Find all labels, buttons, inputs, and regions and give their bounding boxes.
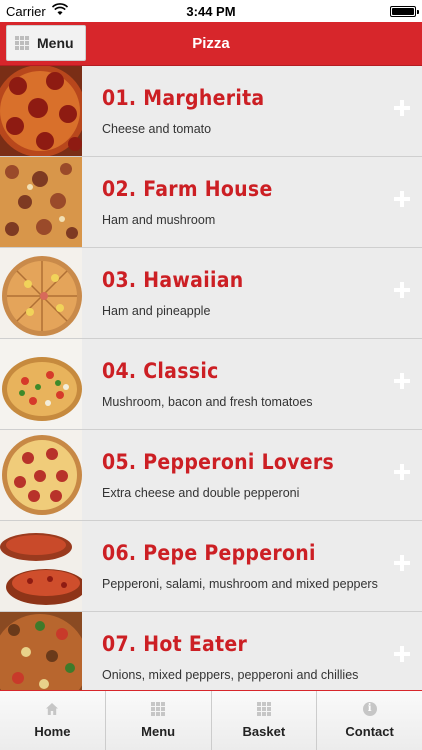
tab-basket[interactable]: Basket (211, 691, 318, 750)
tab-label: Contact (345, 724, 394, 739)
plus-icon[interactable] (394, 100, 410, 116)
item-name: 06. Pepe Pepperoni (102, 541, 316, 565)
grid-icon (151, 702, 166, 716)
item-description: Extra cheese and double pepperoni (102, 486, 300, 500)
menu-button[interactable]: Menu (6, 25, 86, 61)
pizza-classic-photo (0, 339, 82, 429)
list-item[interactable]: 04. Classic Mushroom, bacon and fresh to… (0, 339, 422, 430)
list-item[interactable]: 01. Margherita Cheese and tomato (0, 66, 422, 157)
home-icon (46, 703, 59, 715)
list-item[interactable]: 05. Pepperoni Lovers Extra cheese and do… (0, 430, 422, 521)
item-description: Mushroom, bacon and fresh tomatoes (102, 395, 313, 409)
pizza-pepe-pepperoni-photo (0, 521, 82, 611)
menu-button-label: Menu (37, 35, 74, 51)
item-name: 03. Hawaiian (102, 268, 244, 292)
pizza-hot-eater-photo (0, 612, 82, 702)
item-description: Ham and mushroom (102, 213, 216, 227)
item-name: 02. Farm House (102, 177, 273, 201)
plus-icon[interactable] (394, 282, 410, 298)
status-bar: Carrier 3:44 PM (0, 0, 422, 22)
grid-icon (15, 36, 29, 50)
list-item[interactable]: 02. Farm House Ham and mushroom (0, 157, 422, 248)
plus-icon[interactable] (394, 555, 410, 571)
list-item[interactable]: 06. Pepe Pepperoni Pepperoni, salami, mu… (0, 521, 422, 612)
item-description: Ham and pineapple (102, 304, 211, 318)
item-description: Pepperoni, salami, mushroom and mixed pe… (102, 577, 378, 591)
plus-icon[interactable] (394, 464, 410, 480)
pizza-farm-house-photo (0, 157, 82, 247)
plus-icon[interactable] (394, 191, 410, 207)
info-icon: i (362, 702, 377, 716)
item-description: Cheese and tomato (102, 122, 212, 136)
item-description: Onions, mixed peppers, pepperoni and chi… (102, 668, 359, 682)
tab-label: Basket (242, 724, 286, 739)
tab-label: Home (34, 724, 71, 739)
item-name: 04. Classic (102, 359, 219, 383)
tab-home[interactable]: Home (0, 691, 106, 750)
item-name: 07. Hot Eater (102, 632, 248, 656)
plus-icon[interactable] (394, 373, 410, 389)
tab-menu[interactable]: Menu (105, 691, 212, 750)
tab-bar: Home Menu Basket i Contact (0, 690, 422, 750)
list-item[interactable]: 03. Hawaiian Ham and pineapple (0, 248, 422, 339)
plus-icon[interactable] (394, 646, 410, 662)
item-name: 01. Margherita (102, 86, 265, 110)
navigation-bar: Menu Pizza (0, 22, 422, 66)
item-name: 05. Pepperoni Lovers (102, 450, 335, 474)
tab-label: Menu (141, 724, 176, 739)
tab-contact[interactable]: i Contact (317, 691, 422, 750)
grid-icon (256, 702, 271, 716)
battery-icon (390, 6, 419, 17)
pizza-list: 01. Margherita Cheese and tomato 02. Far… (0, 66, 422, 703)
pizza-margherita-photo (0, 66, 82, 156)
clock: 3:44 PM (186, 4, 236, 19)
pizza-pepperoni-lovers-photo (0, 430, 82, 520)
pizza-hawaiian-photo (0, 248, 82, 338)
